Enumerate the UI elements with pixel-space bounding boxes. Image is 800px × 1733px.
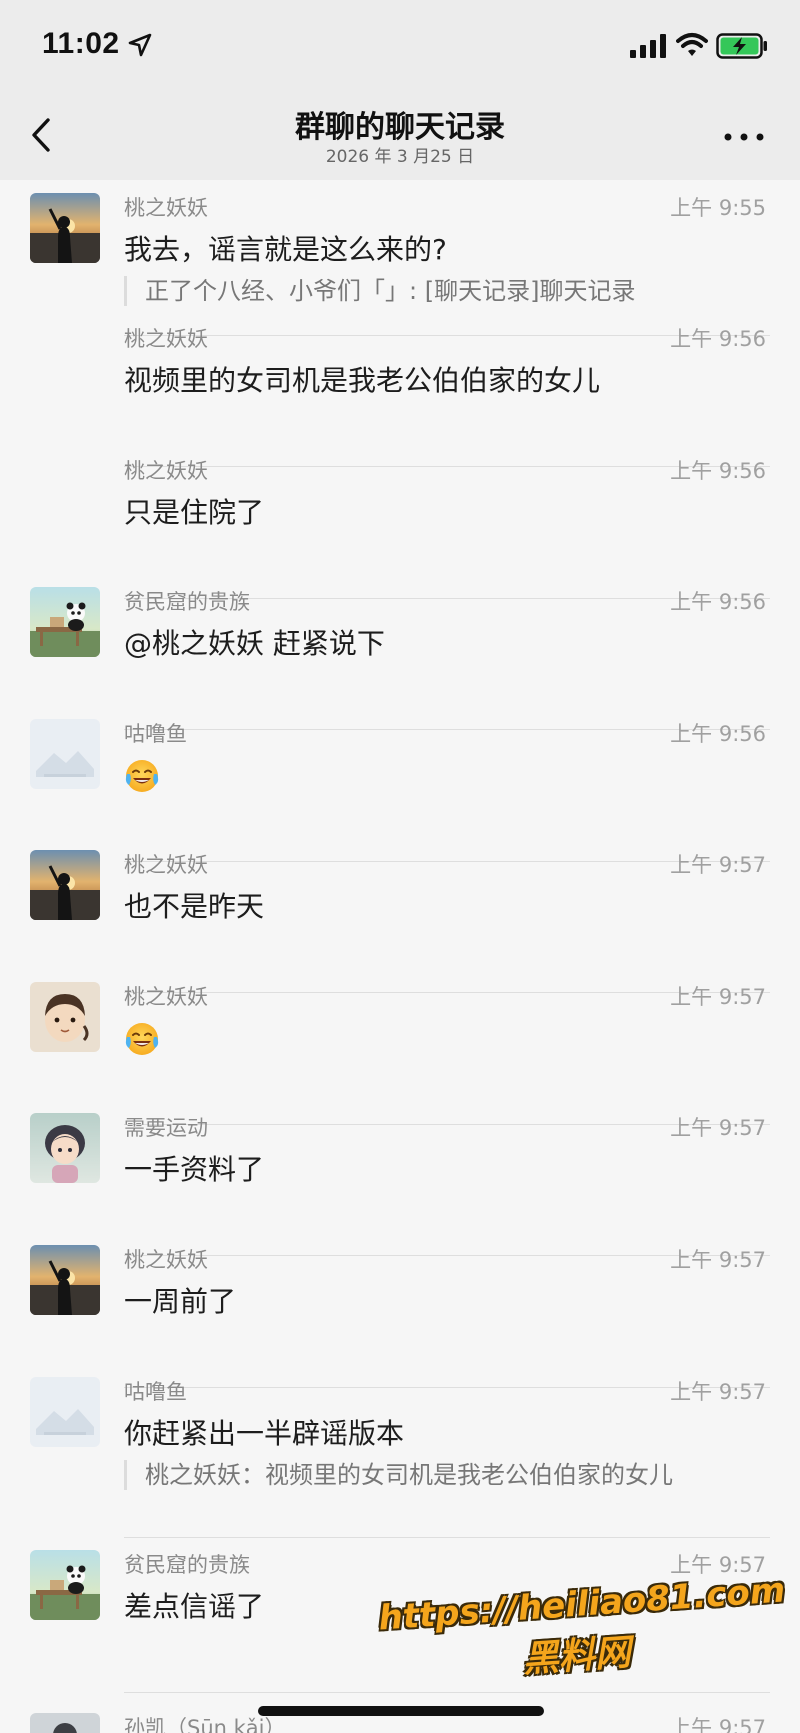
avatar-cartoon-girl[interactable] [30, 982, 100, 1052]
sender-name: 需要运动 [124, 1116, 208, 1140]
sunset-silhouette-icon [30, 1245, 100, 1315]
laugh-cry-emoji-icon [125, 760, 159, 792]
anime-girl-icon [30, 1113, 100, 1183]
message-time: 上午 9:57 [670, 985, 766, 1009]
divider [124, 1537, 770, 1538]
avatar-anime-girl[interactable] [30, 1113, 100, 1183]
cartoon-girl-icon [30, 982, 100, 1052]
sender-name: 桃之妖妖 [124, 985, 208, 1009]
wifi-icon [676, 33, 708, 56]
message-text: @桃之妖妖 赶紧说下 [124, 627, 385, 660]
chat-date: 2026 年 3 月25 日 [325, 147, 475, 167]
quoted-message[interactable]: 正了个八经、小爷们「」: [聊天记录]聊天记录 [124, 276, 635, 306]
message-time: 上午 9:56 [670, 590, 766, 614]
avatar-partial[interactable] [30, 1713, 100, 1733]
chat-history-screen: 11:02 群聊的聊天记录 2026 年 3 月25 日 桃之妖妖 上午 9:5… [0, 0, 800, 1733]
home-indicator[interactable] [258, 1706, 544, 1716]
message-text: 一周前了 [124, 1285, 237, 1318]
user-avatar-icon [30, 1713, 100, 1733]
message-time: 上午 9:57 [670, 853, 766, 877]
message-time: 上午 9:57 [670, 1716, 766, 1733]
sender-name: 桃之妖妖 [124, 196, 208, 220]
sender-name: 桃之妖妖 [124, 1248, 208, 1272]
message-time: 上午 9:57 [670, 1380, 766, 1404]
message-text: 一手资料了 [124, 1153, 265, 1186]
more-options-icon[interactable] [722, 130, 766, 144]
sender-name: 贫民窟的贵族 [124, 590, 250, 614]
image-placeholder-icon [30, 719, 100, 789]
panda-scene-icon [30, 1550, 100, 1620]
sunset-silhouette-icon [30, 850, 100, 920]
message-text: 也不是昨天 [124, 890, 265, 923]
avatar-sunset[interactable] [30, 1245, 100, 1315]
page-title: 群聊的聊天记录 [295, 110, 505, 145]
cellular-signal-icon [630, 34, 666, 58]
quoted-message[interactable]: 桃之妖妖：视频里的女司机是我老公伯伯家的女儿 [124, 1460, 673, 1490]
status-time: 11:02 [42, 27, 120, 60]
message-text: 我去，谣言就是这么来的? [124, 233, 447, 266]
message-time: 上午 9:56 [670, 722, 766, 746]
avatar-sunset[interactable] [30, 193, 100, 263]
avatar-panda[interactable] [30, 1550, 100, 1620]
message-list[interactable]: 桃之妖妖 上午 9:55 我去，谣言就是这么来的? 正了个八经、小爷们「」: [… [0, 180, 800, 1733]
message-time: 上午 9:57 [670, 1248, 766, 1272]
avatar-panda[interactable] [30, 587, 100, 657]
sender-name: 贫民窟的贵族 [124, 1553, 250, 1577]
avatar-sunset[interactable] [30, 850, 100, 920]
sunset-silhouette-icon [30, 193, 100, 263]
sender-name: 桃之妖妖 [124, 853, 208, 877]
message-text: 差点信谣了 [124, 1590, 265, 1623]
sender-name: 咕噜鱼 [124, 722, 187, 746]
avatar-placeholder[interactable] [30, 1377, 100, 1447]
status-bar: 11:02 [0, 0, 800, 90]
laugh-cry-emoji-icon [125, 1023, 159, 1055]
message-text: 你赶紧出一半辟谣版本 [124, 1417, 405, 1450]
divider [124, 1692, 770, 1693]
location-arrow-icon [128, 33, 152, 57]
nav-bar: 群聊的聊天记录 2026 年 3 月25 日 [0, 90, 800, 180]
sender-name: 桃之妖妖 [124, 459, 208, 483]
message-time: 上午 9:56 [670, 327, 766, 351]
message-text: 视频里的女司机是我老公伯伯家的女儿 [124, 364, 601, 397]
battery-charging-icon [716, 33, 767, 59]
sender-name: 咕噜鱼 [124, 1380, 187, 1404]
message-time: 上午 9:56 [670, 459, 766, 483]
sender-name: 桃之妖妖 [124, 327, 208, 351]
avatar-placeholder[interactable] [30, 719, 100, 789]
message-time: 上午 9:57 [670, 1116, 766, 1140]
message-text: 只是住院了 [124, 496, 265, 529]
message-time: 上午 9:55 [670, 196, 766, 220]
panda-scene-icon [30, 587, 100, 657]
image-placeholder-icon [30, 1377, 100, 1447]
